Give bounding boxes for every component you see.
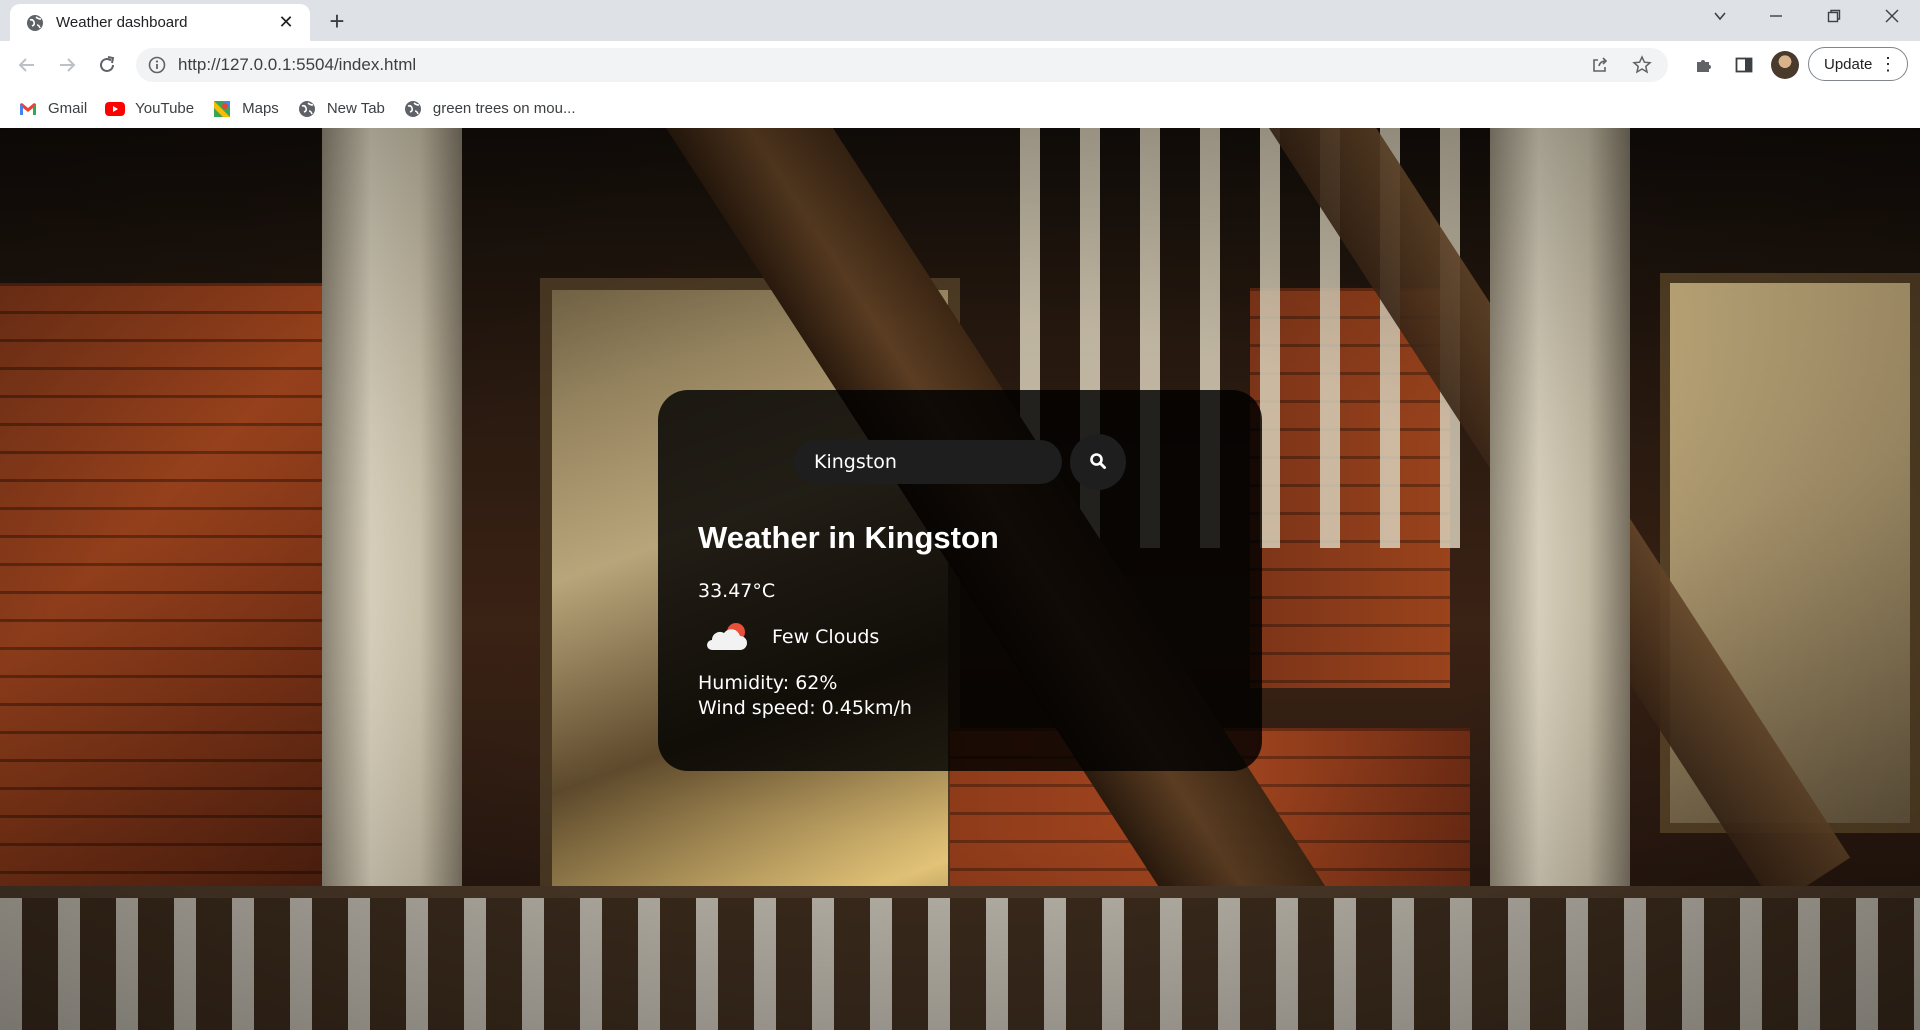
browser-menu-icon[interactable]: ⋮ xyxy=(1879,54,1897,75)
back-button[interactable] xyxy=(12,50,42,80)
page-viewport: Weather in Kingston 33.47°C Few Clouds H… xyxy=(0,128,1920,1030)
tab-search-icon[interactable] xyxy=(1692,0,1748,41)
search-icon xyxy=(1089,452,1107,473)
profile-avatar[interactable] xyxy=(1771,51,1799,79)
address-bar[interactable]: http://127.0.0.1:5504/index.html xyxy=(136,48,1668,82)
tab-strip: Weather dashboard ✕ + xyxy=(0,0,1920,41)
youtube-icon xyxy=(105,99,126,119)
bookmark-star-icon[interactable] xyxy=(1630,53,1654,77)
close-tab-icon[interactable]: ✕ xyxy=(274,12,298,33)
bookmark-label: YouTube xyxy=(135,100,195,117)
bookmarks-bar: Gmail YouTube Maps New Tab green trees o… xyxy=(0,89,1920,128)
search-button[interactable] xyxy=(1070,434,1126,490)
side-panel-icon[interactable] xyxy=(1732,53,1756,77)
few-clouds-icon xyxy=(698,614,758,660)
restore-button[interactable] xyxy=(1806,0,1862,41)
humidity-value: Humidity: 62% xyxy=(698,672,838,694)
bookmark-label: New Tab xyxy=(326,100,385,117)
condition-row: Few Clouds xyxy=(698,614,1222,660)
bookmark-youtube[interactable]: YouTube xyxy=(105,99,194,119)
bookmark-gmail[interactable]: Gmail xyxy=(18,99,87,119)
globe-icon xyxy=(403,99,423,119)
bookmark-maps[interactable]: Maps xyxy=(212,99,279,119)
condition-description: Few Clouds xyxy=(772,626,880,648)
temperature-value: 33.47°C xyxy=(698,580,776,602)
bookmark-label: Gmail xyxy=(48,100,88,117)
update-label: Update xyxy=(1824,55,1873,73)
share-icon[interactable] xyxy=(1588,53,1612,77)
wind-speed-value: Wind speed: 0.45km/h xyxy=(698,697,912,719)
tab-title: Weather dashboard xyxy=(56,14,188,31)
reload-button[interactable] xyxy=(92,50,122,80)
bookmark-label: Maps xyxy=(242,100,279,117)
update-button[interactable]: Update ⋮ xyxy=(1808,47,1908,81)
globe-icon xyxy=(26,14,44,32)
browser-toolbar: http://127.0.0.1:5504/index.html Update … xyxy=(0,41,1920,89)
bookmark-label: green trees on mou... xyxy=(432,100,576,117)
new-tab-button[interactable]: + xyxy=(322,6,352,36)
bookmark-green-trees[interactable]: green trees on mou... xyxy=(403,99,576,119)
close-window-button[interactable] xyxy=(1864,0,1920,41)
extensions-puzzle-icon[interactable] xyxy=(1692,53,1716,77)
minimize-button[interactable] xyxy=(1748,0,1804,41)
gmail-icon xyxy=(18,99,38,119)
tab-weather-dashboard[interactable]: Weather dashboard ✕ xyxy=(10,4,310,41)
weather-title: Weather in Kingston xyxy=(698,520,999,555)
bookmark-new-tab[interactable]: New Tab xyxy=(297,99,385,119)
forward-button[interactable] xyxy=(52,50,82,80)
weather-card: Weather in Kingston 33.47°C Few Clouds H… xyxy=(658,390,1262,771)
city-search-input[interactable] xyxy=(794,440,1062,484)
globe-icon xyxy=(297,99,317,119)
maps-icon xyxy=(212,99,232,119)
search-bar xyxy=(698,434,1222,490)
url-text[interactable]: http://127.0.0.1:5504/index.html xyxy=(178,55,416,75)
site-info-icon[interactable] xyxy=(148,56,168,74)
